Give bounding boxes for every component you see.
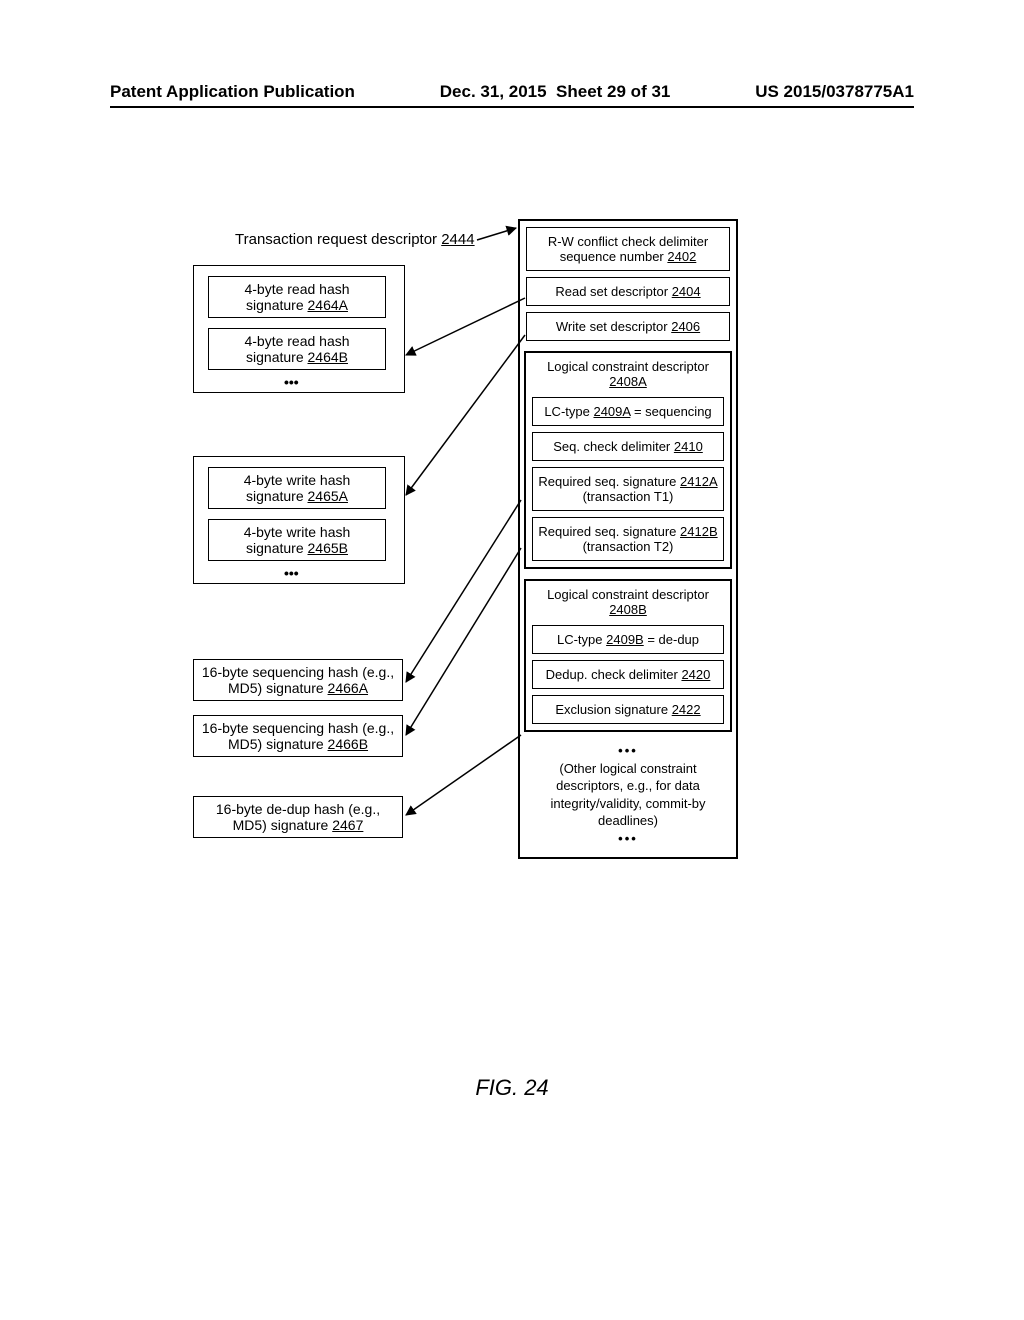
read-hash-b-line2: signature 2464B <box>215 349 379 365</box>
rw-conflict-line1: R-W conflict check delimiter <box>531 234 725 249</box>
lc-b-exclusion-signature: Exclusion signature 2422 <box>532 695 724 724</box>
other-constraints-note: ••• (Other logical constraint descriptor… <box>520 732 736 857</box>
logical-constraint-a: Logical constraint descriptor 2408A LC-t… <box>524 351 732 569</box>
write-hash-b-ref: 2465B <box>308 540 348 556</box>
lc-b-dedup-delimiter: Dedup. check delimiter 2420 <box>532 660 724 689</box>
logical-constraint-a-ref: 2408A <box>609 374 647 389</box>
seq-hash-a-line2: MD5) signature 2466A <box>200 680 396 696</box>
read-hash-a-line2: signature 2464A <box>215 297 379 313</box>
diagram-title-ref: 2444 <box>441 231 474 248</box>
write-hash-b-line2: signature 2465B <box>215 540 379 556</box>
dedup-hash-ref: 2467 <box>332 817 363 833</box>
seq-hash-a-ref: 2466A <box>328 680 368 696</box>
read-hash-b-ref: 2464B <box>308 349 348 365</box>
write-hash-ellipsis: ••• <box>284 565 299 581</box>
read-hash-b-line1: 4-byte read hash <box>215 333 379 349</box>
lc-b-dedup-delim-ref: 2420 <box>681 667 710 682</box>
read-hash-a-ref: 2464A <box>308 297 348 313</box>
rw-conflict-ref: 2402 <box>667 249 696 264</box>
lc-a-required-sig-a-line1: Required seq. signature 2412A <box>537 474 719 489</box>
rw-conflict-line2: sequence number 2402 <box>531 249 725 264</box>
seq-hash-b: 16-byte sequencing hash (e.g., MD5) sign… <box>193 715 403 757</box>
note-ellipsis-top: ••• <box>534 742 722 760</box>
lc-a-seq-delim-ref: 2410 <box>674 439 703 454</box>
logical-constraint-b-ref: 2408B <box>609 602 647 617</box>
write-hash-a-line1: 4-byte write hash <box>215 472 379 488</box>
read-hash-b: 4-byte read hash signature 2464B <box>208 328 386 370</box>
lc-a-required-sig-a: Required seq. signature 2412A (transacti… <box>532 467 724 511</box>
header-right: US 2015/0378775A1 <box>755 82 914 102</box>
read-set-descriptor: Read set descriptor 2404 <box>526 277 730 306</box>
page: Patent Application Publication Dec. 31, … <box>0 0 1024 1320</box>
write-hash-a-ref: 2465A <box>308 488 348 504</box>
arrows-overlay <box>0 0 1024 1320</box>
write-set-descriptor: Write set descriptor 2406 <box>526 312 730 341</box>
figure-label: FIG. 24 <box>0 1075 1024 1101</box>
lc-a-type: LC-type 2409A = sequencing <box>532 397 724 426</box>
header-left: Patent Application Publication <box>110 82 355 102</box>
logical-constraint-a-title: Logical constraint descriptor 2408A <box>526 355 730 391</box>
logical-constraint-b: Logical constraint descriptor 2408B LC-t… <box>524 579 732 732</box>
logical-constraint-b-title: Logical constraint descriptor 2408B <box>526 583 730 619</box>
seq-hash-b-ref: 2466B <box>328 736 368 752</box>
diagram-title-text: Transaction request descriptor <box>235 231 437 248</box>
read-hash-a-line1: 4-byte read hash <box>215 281 379 297</box>
read-hash-group: 4-byte read hash signature 2464A 4-byte … <box>193 265 405 393</box>
dedup-hash-line2: MD5) signature 2467 <box>200 817 396 833</box>
lc-b-type-ref: 2409B <box>606 632 644 647</box>
page-header: Patent Application Publication Dec. 31, … <box>110 82 914 108</box>
dedup-hash-line1: 16-byte de-dup hash (e.g., <box>200 801 396 817</box>
lc-a-required-sig-b-ref: 2412B <box>680 524 718 539</box>
dedup-hash: 16-byte de-dup hash (e.g., MD5) signatur… <box>193 796 403 838</box>
read-hash-ellipsis: ••• <box>284 374 299 390</box>
header-center: Dec. 31, 2015 Sheet 29 of 31 <box>440 82 671 102</box>
write-hash-b: 4-byte write hash signature 2465B <box>208 519 386 561</box>
write-hash-a-line2: signature 2465A <box>215 488 379 504</box>
lc-a-seq-delimiter: Seq. check delimiter 2410 <box>532 432 724 461</box>
lc-a-required-sig-a-line2: (transaction T1) <box>537 489 719 504</box>
lc-a-required-sig-b: Required seq. signature 2412B (transacti… <box>532 517 724 561</box>
lc-a-required-sig-a-ref: 2412A <box>680 474 718 489</box>
rw-conflict-delimiter: R-W conflict check delimiter sequence nu… <box>526 227 730 271</box>
other-constraints-text: (Other logical constraint descriptors, e… <box>534 760 722 830</box>
write-set-ref: 2406 <box>671 319 700 334</box>
seq-hash-b-line1: 16-byte sequencing hash (e.g., <box>200 720 396 736</box>
lc-b-type: LC-type 2409B = de-dup <box>532 625 724 654</box>
lc-a-required-sig-b-line2: (transaction T2) <box>537 539 719 554</box>
lc-a-required-sig-b-line1: Required seq. signature 2412B <box>537 524 719 539</box>
seq-hash-a-line1: 16-byte sequencing hash (e.g., <box>200 664 396 680</box>
seq-hash-a: 16-byte sequencing hash (e.g., MD5) sign… <box>193 659 403 701</box>
write-hash-b-line1: 4-byte write hash <box>215 524 379 540</box>
note-ellipsis-bottom: ••• <box>534 830 722 848</box>
lc-a-type-ref: 2409A <box>593 404 630 419</box>
read-hash-a: 4-byte read hash signature 2464A <box>208 276 386 318</box>
seq-hash-b-line2: MD5) signature 2466B <box>200 736 396 752</box>
lc-b-exclusion-ref: 2422 <box>672 702 701 717</box>
write-hash-a: 4-byte write hash signature 2465A <box>208 467 386 509</box>
diagram-title: Transaction request descriptor 2444 <box>235 231 475 248</box>
write-hash-group: 4-byte write hash signature 2465A 4-byte… <box>193 456 405 584</box>
descriptor-column: R-W conflict check delimiter sequence nu… <box>518 219 738 859</box>
read-set-ref: 2404 <box>672 284 701 299</box>
